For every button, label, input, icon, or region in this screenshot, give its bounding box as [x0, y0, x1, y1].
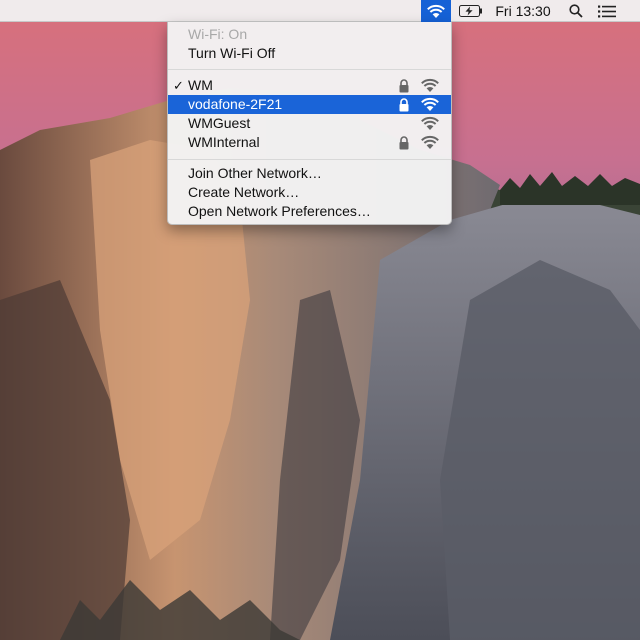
- turn-wifi-off-item[interactable]: Turn Wi-Fi Off: [168, 44, 451, 63]
- wifi-dropdown-menu: Wi-Fi: On Turn Wi-Fi Off ✓ WM vodafone-2…: [167, 22, 452, 225]
- battery-charging-icon: [459, 5, 482, 17]
- open-network-preferences-item[interactable]: Open Network Preferences…: [168, 202, 451, 221]
- wifi-status-item: Wi-Fi: On: [168, 25, 451, 44]
- turn-wifi-off-label: Turn Wi-Fi Off: [188, 45, 276, 61]
- join-other-network-item[interactable]: Join Other Network…: [168, 164, 451, 183]
- connected-check-icon: ✓: [173, 78, 184, 93]
- menu-separator: [168, 159, 451, 160]
- lock-icon: [399, 79, 409, 93]
- create-network-item[interactable]: Create Network…: [168, 183, 451, 202]
- create-network-label: Create Network…: [188, 184, 300, 200]
- notification-center-button[interactable]: [595, 0, 619, 22]
- network-item-wmguest[interactable]: WMGuest: [168, 114, 451, 133]
- wifi-status-label: Wi-Fi: On: [188, 26, 248, 42]
- spotlight-button[interactable]: [565, 0, 587, 22]
- network-name: WMGuest: [188, 115, 251, 131]
- battery-status-menu[interactable]: [458, 0, 484, 22]
- notification-center-icon: [598, 5, 616, 17]
- network-name: WM: [188, 77, 213, 93]
- wifi-signal-icon: [421, 116, 439, 130]
- wifi-status-menu[interactable]: [421, 0, 451, 22]
- network-item-wm[interactable]: ✓ WM: [168, 76, 451, 95]
- wifi-signal-icon: [421, 78, 439, 92]
- wifi-signal-icon: [421, 97, 439, 111]
- menu-separator: [168, 69, 451, 70]
- spotlight-search-icon: [569, 4, 583, 18]
- menu-bar-clock[interactable]: Fri 13:30: [491, 0, 555, 22]
- network-name: vodafone-2F21: [188, 96, 283, 112]
- join-other-network-label: Join Other Network…: [188, 165, 322, 181]
- wifi-icon: [427, 4, 445, 18]
- network-item-wminternal[interactable]: WMInternal: [168, 133, 451, 152]
- network-name: WMInternal: [188, 134, 260, 150]
- lock-icon: [399, 98, 409, 112]
- open-network-preferences-label: Open Network Preferences…: [188, 203, 371, 219]
- wifi-signal-icon: [421, 135, 439, 149]
- menu-bar: Fri 13:30: [0, 0, 640, 22]
- lock-icon: [399, 136, 409, 150]
- network-item-vodafone-2f21[interactable]: vodafone-2F21: [168, 95, 451, 114]
